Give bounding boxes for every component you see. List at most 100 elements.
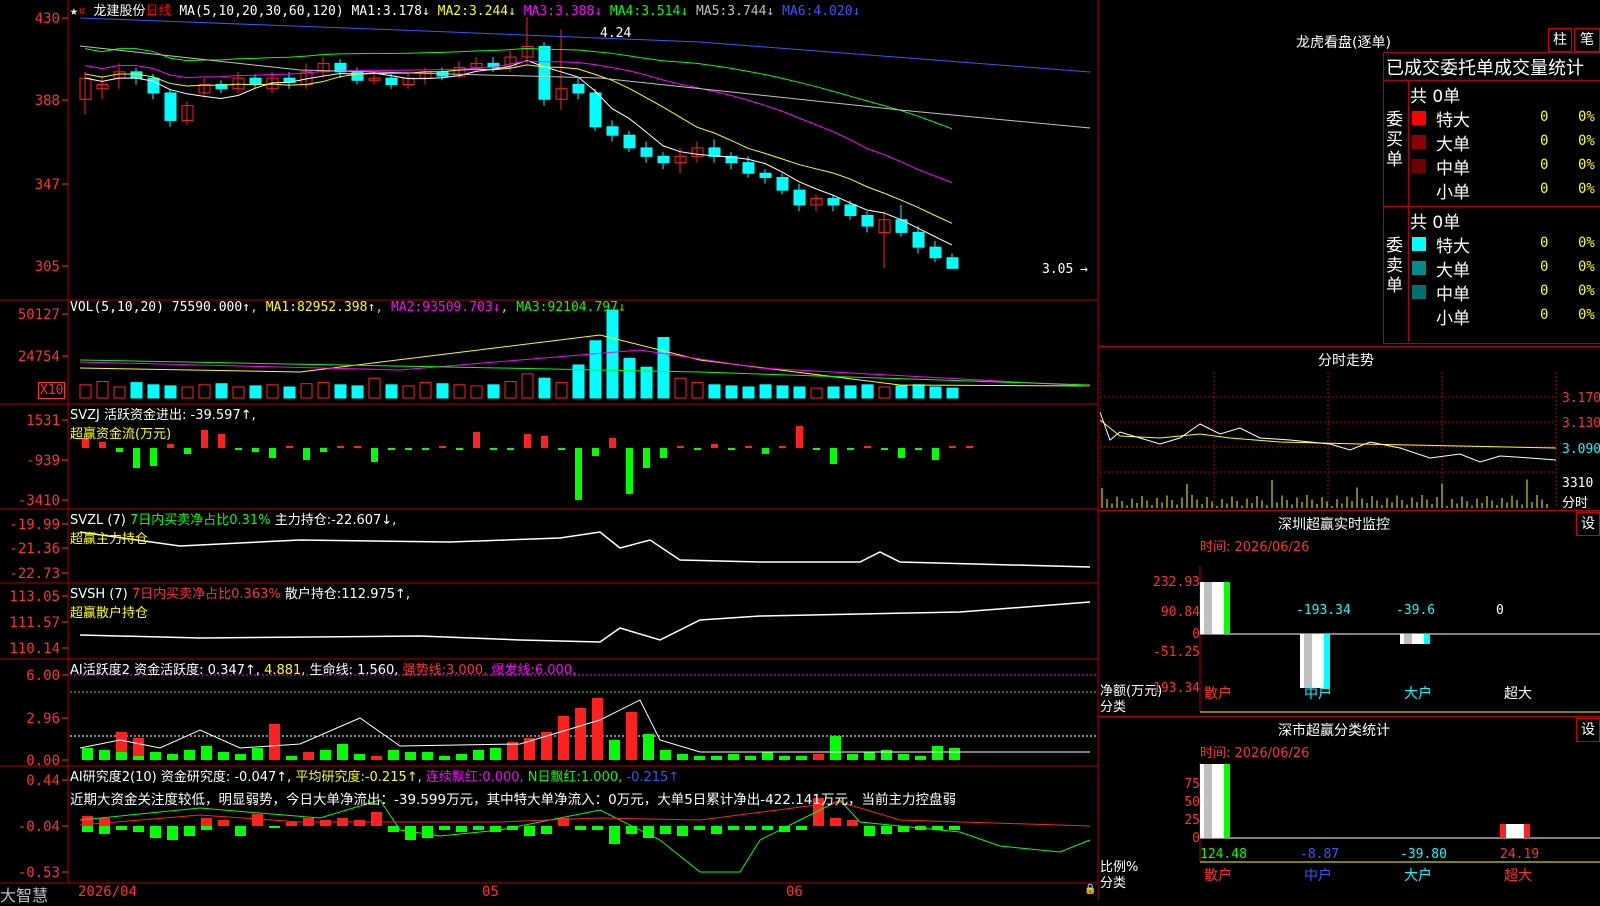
ai-research-bar — [694, 826, 705, 830]
volume-bar — [725, 385, 738, 399]
low-arrow-icon: → — [1080, 262, 1088, 277]
ai-research-bar — [677, 826, 688, 836]
ai-research-bar — [422, 826, 433, 838]
fl-tick: 25 — [1184, 813, 1200, 828]
svzl-desc: 7日内买卖净占比0.31% — [129, 513, 271, 528]
intraday-chart[interactable] — [1100, 372, 1560, 508]
ai-active-bar — [830, 736, 841, 760]
volume-bar — [793, 386, 806, 399]
volume-bar — [623, 357, 636, 399]
ai-research-bar — [830, 818, 841, 826]
ma3-key: MA3: — [523, 4, 556, 19]
svzj-bar — [439, 446, 446, 448]
ai-active-val2: 4.881, — [264, 663, 306, 678]
svzj-bar — [456, 448, 463, 450]
fl-settings-button[interactable]: 设 — [1576, 718, 1600, 742]
lhb-row-label: 小单 — [1436, 309, 1470, 329]
fl-bar-shade — [1204, 764, 1212, 838]
y-tick-label: 50127 — [18, 307, 60, 323]
volume-bar — [351, 385, 364, 399]
y-tick-label: 2.96 — [26, 711, 60, 727]
svzj-bar — [286, 446, 293, 448]
volume-bar — [895, 385, 908, 399]
fs-frame — [1098, 346, 1600, 347]
ma2-key: MA2: — [437, 4, 469, 19]
color-swatch — [1412, 261, 1426, 275]
x-label-1: 05 — [482, 884, 499, 900]
sz-tick: -51.25 — [1153, 645, 1200, 660]
period-label[interactable]: 日线 — [146, 4, 172, 19]
candle-body — [844, 204, 857, 216]
ai-active-bar — [439, 756, 450, 760]
ai-active-bar — [575, 708, 586, 760]
ai-active-bar — [99, 754, 110, 760]
sz-tick: 0 — [1192, 627, 1200, 642]
star-icon[interactable]: ★ — [70, 4, 78, 19]
x-label-2: 06 — [786, 884, 803, 900]
ai-research-bar — [847, 820, 858, 826]
ai-red-key: 连续飘红: — [425, 770, 483, 785]
volume-bar — [147, 384, 160, 399]
ai-research-bar — [269, 826, 280, 828]
svzj-bar — [779, 446, 786, 448]
price-header: ★¤ 龙建股份日线 MA(5,10,20,30,60,120) MA1:3.17… — [70, 4, 861, 19]
volume-bar — [113, 386, 126, 399]
volume-bar — [470, 385, 483, 399]
svzj-bar — [354, 446, 361, 448]
vol-ma2-key: MA2: — [390, 300, 423, 315]
svzj-bar — [252, 448, 259, 452]
svzj-bar — [371, 448, 378, 462]
bar-mode-button[interactable]: 柱 — [1548, 28, 1572, 52]
candle-body — [912, 231, 925, 248]
volume-bar — [436, 383, 449, 399]
ai-research-bar — [201, 818, 212, 826]
svzj-bar — [694, 448, 701, 450]
y-tick-label: 110.14 — [9, 641, 60, 657]
sz-settings-button[interactable]: 设 — [1576, 512, 1600, 536]
ai-research-bar — [235, 826, 246, 836]
lhb-side-divider — [1408, 80, 1409, 342]
fs-vol-tick: 3310 — [1562, 476, 1594, 491]
lhb-row-pct: 0% — [1578, 283, 1595, 299]
fs-tick-1: 3.130 — [1562, 416, 1600, 431]
brand-label: 大智慧 — [0, 886, 49, 905]
y-tick-label: 305 — [35, 259, 60, 275]
lhb-row-label: 特大 — [1436, 111, 1470, 131]
ai-active-bar — [201, 756, 212, 760]
ai-research-bar — [864, 826, 875, 836]
ai-research-bar — [82, 826, 93, 832]
volume-bar — [674, 377, 687, 399]
ai-active-bar — [711, 756, 722, 760]
svzl-header: SVZL (7) 7日内买卖净占比0.31% 主力持仓:-22.607↓, 超赢… — [70, 509, 396, 547]
ai-research-bar — [150, 826, 161, 830]
ai-research-header: AI研究度2(10) 资金研究度: -0.047↑, 平均研究度:-0.215↑… — [70, 766, 679, 785]
ai-research-bar — [881, 826, 892, 834]
ai-res-val5: -0.215↑ — [626, 770, 680, 785]
sz-category: 散户 — [1204, 685, 1232, 702]
sz-value: 0 — [1496, 603, 1504, 618]
sz-bar-edge — [1324, 634, 1330, 688]
ai-active-bar — [864, 752, 875, 760]
ai-research-bars — [79, 798, 1091, 873]
tick-mode-button[interactable]: 笔 — [1574, 28, 1600, 52]
candle-body — [929, 246, 942, 259]
svzj-bar — [932, 448, 939, 460]
lhb-row-value: 0 — [1540, 283, 1549, 299]
sz-bar-edge — [1424, 634, 1430, 644]
ai-active-bar — [354, 754, 365, 760]
ai-research-bar — [184, 826, 195, 830]
candle-body — [351, 71, 364, 81]
fs-tick-0: 3.170 — [1562, 391, 1600, 406]
sz-category: 超大 — [1504, 686, 1532, 702]
ai-active-bar — [116, 752, 127, 760]
lock-icon[interactable]: 🔒 — [1084, 884, 1096, 895]
vol-ma1-val: 82952.398↑ — [297, 300, 376, 315]
candle-body — [640, 147, 653, 157]
ai-research-bar — [354, 820, 365, 826]
ai-active-bar — [762, 752, 773, 760]
svzj-bar — [575, 448, 582, 500]
volume-bar — [810, 387, 823, 399]
svzl-val: -22.607↓, — [331, 513, 397, 528]
svzj-header: SVZJ 活跃资金进出: -39.597↑, 超赢资金流(万元) — [70, 404, 256, 442]
svzj-sub: 超赢资金流(万元) — [70, 427, 172, 442]
